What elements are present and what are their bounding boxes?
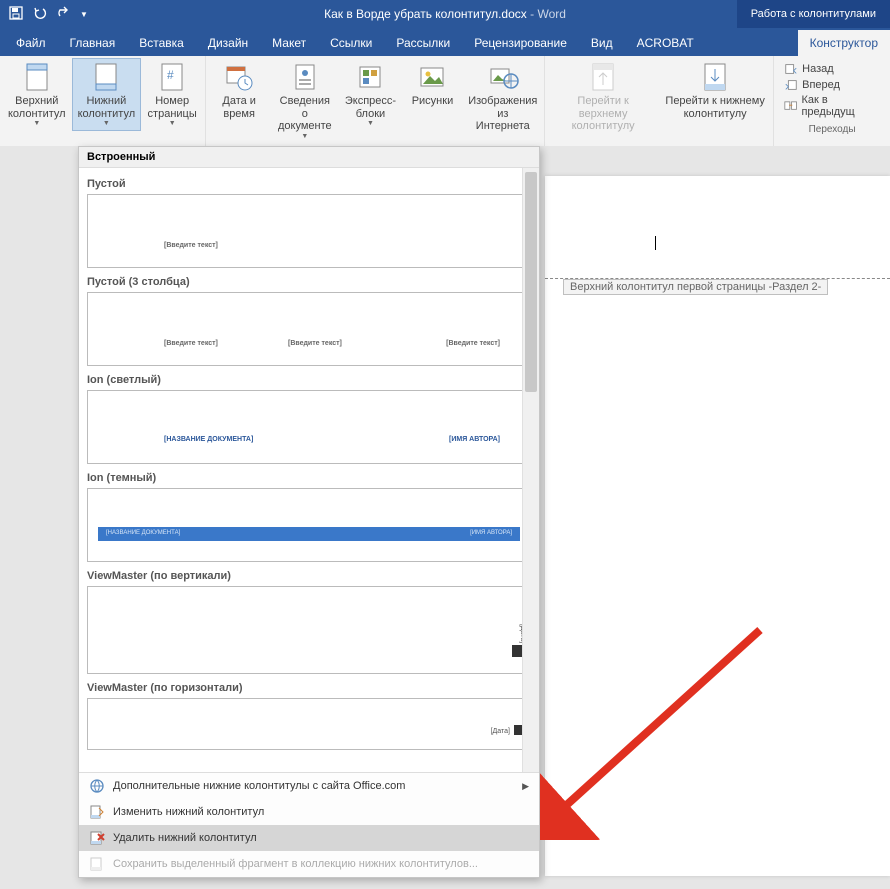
document-name: Как в Ворде убрать колонтитул.docx — [324, 7, 527, 21]
gallery-item-vm-h[interactable]: [Дата] 1 — [87, 698, 531, 750]
tab-view[interactable]: Вид — [579, 30, 625, 56]
submenu-arrow-icon: ▶ — [522, 781, 529, 792]
text-cursor — [655, 236, 656, 250]
undo-icon[interactable] — [32, 5, 48, 24]
menu-remove-footer[interactable]: Удалить нижний колонтитул — [79, 825, 539, 851]
quick-parts-button[interactable]: Экспресс- блоки▼ — [339, 58, 401, 144]
doc-info-button[interactable]: Сведения о документе▼ — [270, 58, 339, 144]
ribbon: Верхний колонтитул▼ Нижний колонтитул▼ #… — [0, 56, 890, 147]
svg-text:#: # — [167, 68, 174, 82]
gallery-item-vm-h-label: ViewMaster (по горизонтали) — [87, 682, 531, 694]
gallery-item-ion-dark-label: Ion (темный) — [87, 472, 531, 484]
menu-more-from-office[interactable]: Дополнительные нижние колонтитулы с сайт… — [79, 773, 539, 799]
goto-header-button: Перейти к верхнему колонтитулу — [547, 58, 659, 136]
gallery-item-blank3-label: Пустой (3 столбца) — [87, 276, 531, 288]
ribbon-tabs: Файл Главная Вставка Дизайн Макет Ссылки… — [0, 28, 890, 56]
gallery-footer-menu: Дополнительные нижние колонтитулы с сайт… — [79, 772, 539, 877]
gallery-scrollbar[interactable] — [522, 168, 539, 772]
gallery-item-ion-dark[interactable]: [НАЗВАНИЕ ДОКУМЕНТА] [ИМЯ АВТОРА] — [87, 488, 531, 562]
tab-insert[interactable]: Вставка — [127, 30, 196, 56]
contextual-tab-group: Работа с колонтитулами — [737, 0, 890, 28]
gallery-item-vm-v-label: ViewMaster (по вертикали) — [87, 570, 531, 582]
scrollbar-thumb[interactable] — [525, 172, 537, 392]
tab-mailings[interactable]: Рассылки — [384, 30, 462, 56]
page[interactable]: Верхний колонтитул первой страницы -Разд… — [545, 176, 890, 876]
gallery-item-blank3[interactable]: [Введите текст] [Введите текст] [Введите… — [87, 292, 531, 366]
nav-forward-button[interactable]: Вперед — [784, 78, 880, 92]
tab-layout[interactable]: Макет — [260, 30, 318, 56]
redo-icon[interactable] — [56, 5, 72, 24]
tab-review[interactable]: Рецензирование — [462, 30, 579, 56]
nav-link-previous-button[interactable]: Как в предыдущ — [784, 94, 880, 118]
gallery-item-ion-light-label: Ion (светлый) — [87, 374, 531, 386]
header-button[interactable]: Верхний колонтитул▼ — [2, 58, 72, 131]
header-section-tag: Верхний колонтитул первой страницы -Разд… — [563, 279, 828, 295]
date-time-button[interactable]: Дата и время — [208, 58, 270, 144]
footer-button[interactable]: Нижний колонтитул▼ — [72, 58, 142, 131]
title-bar: ▼ Как в Ворде убрать колонтитул.docx - W… — [0, 0, 890, 28]
tab-designer[interactable]: Конструктор — [798, 30, 890, 56]
pictures-button[interactable]: Рисунки — [401, 58, 463, 144]
gallery-item-blank-label: Пустой — [87, 178, 531, 190]
tab-acrobat[interactable]: ACROBAT — [625, 30, 706, 56]
gallery-section-header: Встроенный — [79, 147, 539, 168]
menu-save-selection: Сохранить выделенный фрагмент в коллекци… — [79, 851, 539, 877]
nav-group-label: Переходы — [809, 122, 856, 135]
gallery-item-blank[interactable]: [Введите текст] — [87, 194, 531, 268]
tab-home[interactable]: Главная — [58, 30, 128, 56]
page-number-button[interactable]: # Номер страницы▼ — [141, 58, 203, 131]
tab-design[interactable]: Дизайн — [196, 30, 260, 56]
menu-edit-footer[interactable]: Изменить нижний колонтитул — [79, 799, 539, 825]
app-name: Word — [537, 7, 565, 21]
gallery-item-vm-v[interactable]: [Дата] 1 — [87, 586, 531, 674]
gallery-item-ion-light[interactable]: [НАЗВАНИЕ ДОКУМЕНТА] [ИМЯ АВТОРА] — [87, 390, 531, 464]
save-icon[interactable] — [8, 5, 24, 24]
qat-dropdown-icon[interactable]: ▼ — [80, 10, 88, 19]
tab-file[interactable]: Файл — [4, 30, 58, 56]
tab-references[interactable]: Ссылки — [318, 30, 384, 56]
nav-back-button[interactable]: Назад — [784, 62, 880, 76]
online-pictures-button[interactable]: Изображения из Интернета — [463, 58, 542, 144]
footer-gallery-dropdown: Встроенный Пустой [Введите текст] Пустой… — [78, 146, 540, 878]
goto-footer-button[interactable]: Перейти к нижнему колонтитулу — [659, 58, 771, 136]
